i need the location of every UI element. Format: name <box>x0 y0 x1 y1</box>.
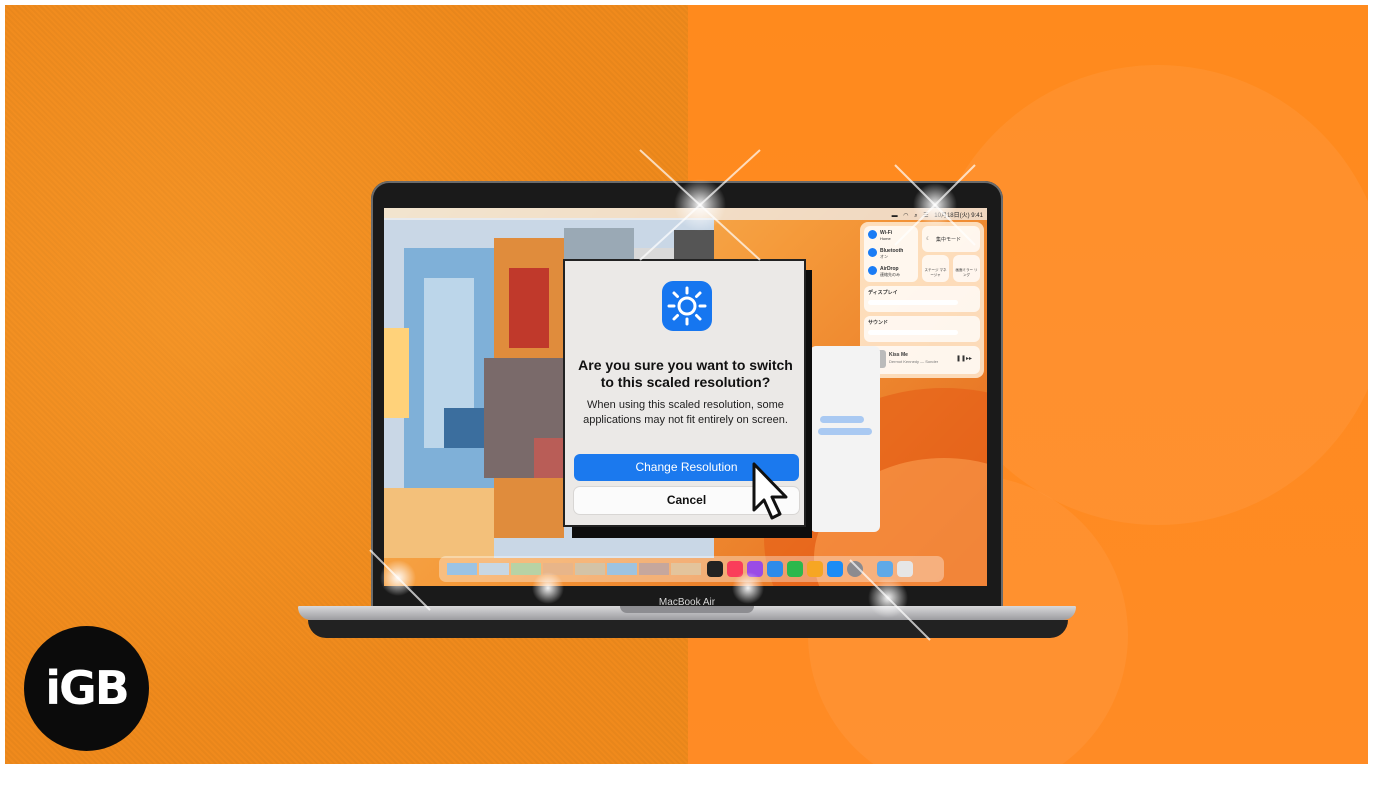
numbers-icon[interactable] <box>787 561 803 577</box>
menubar-clock[interactable]: 10月18日(火) 9:41 <box>934 210 983 219</box>
brightness-sun-icon <box>662 281 712 331</box>
apple-tv-icon[interactable] <box>707 561 723 577</box>
laptop-model-label: MacBook Air <box>658 597 716 608</box>
bluetooth-sub: オン <box>880 254 888 259</box>
finder-folder-icon[interactable] <box>877 561 893 577</box>
message-bubble <box>820 416 864 423</box>
control-center-icon[interactable]: ☰ <box>923 212 928 219</box>
battery-icon[interactable]: ▬ <box>892 213 898 219</box>
search-icon[interactable]: ⌕ <box>914 213 917 220</box>
sound-label: サウンド <box>868 320 889 326</box>
podcasts-icon[interactable] <box>747 561 763 577</box>
bluetooth-icon <box>868 248 877 257</box>
trash-icon[interactable] <box>897 561 913 577</box>
focus-label: 集中モード <box>936 237 962 243</box>
now-playing-title: Kiss Me <box>889 352 908 358</box>
wifi-sub: Home <box>880 236 891 241</box>
pixelated-dock-icons <box>447 563 701 575</box>
messages-window <box>810 346 880 532</box>
system-settings-icon[interactable] <box>847 561 863 577</box>
pause-icon[interactable]: ❚❚ <box>956 355 966 362</box>
screen-mirror-label: 画面ミラー リング <box>955 268 978 277</box>
display-brightness-slider[interactable] <box>868 300 958 305</box>
message-bubble <box>818 428 872 435</box>
keynote-icon[interactable] <box>767 561 783 577</box>
laptop-shadow <box>308 620 1068 638</box>
display-label: ディスプレイ <box>868 290 898 296</box>
menu-bar: ▬ ◠ ⌕ ☰ 10月18日(火) 9:41 <box>384 208 987 220</box>
music-icon[interactable] <box>727 561 743 577</box>
dock <box>439 556 944 582</box>
volume-slider[interactable] <box>868 330 958 335</box>
dialog-message: When using this scaled resolution, some … <box>583 399 788 426</box>
stage-manager-label: ステージ マネージャ <box>924 268 947 277</box>
moon-icon: ☾ <box>926 236 931 242</box>
airdrop-icon <box>868 266 877 275</box>
now-playing-artist: Dermot Kennedy — Sonder <box>889 359 939 364</box>
dialog-title: Are you sure you want to switch to this … <box>578 357 793 390</box>
brand-logo: iGB <box>24 626 149 751</box>
mouse-pointer-icon <box>752 462 788 520</box>
wifi-icon <box>868 230 877 239</box>
airdrop-sub: 連絡先のみ <box>880 272 900 277</box>
brand-logo-text: iGB <box>45 661 130 715</box>
forward-icon[interactable]: ▸▸ <box>966 355 972 362</box>
pages-icon[interactable] <box>807 561 823 577</box>
wifi-icon[interactable]: ◠ <box>903 212 908 219</box>
app-store-icon[interactable] <box>827 561 843 577</box>
